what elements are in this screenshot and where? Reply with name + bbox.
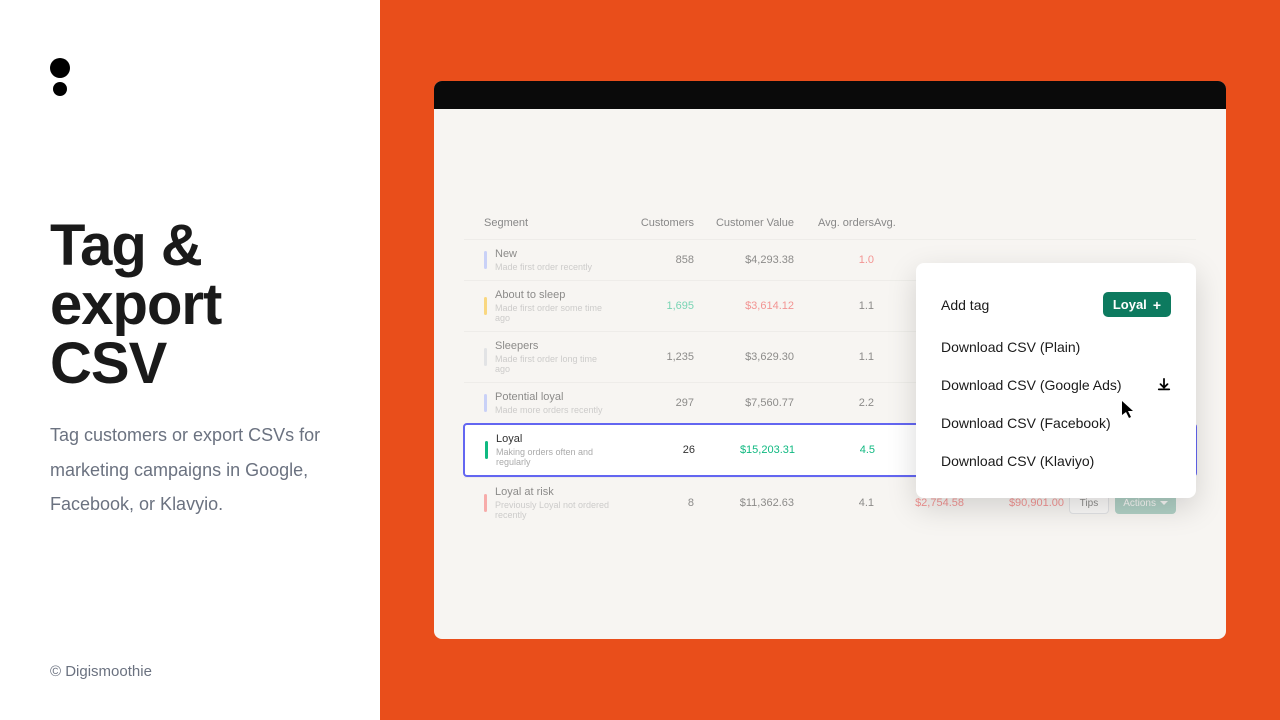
cell-orders: 1.0 <box>794 254 874 266</box>
cell-customers: 858 <box>614 254 694 266</box>
col-header-customers: Customers <box>614 217 694 229</box>
segment-desc: Making orders often and regularly <box>496 447 615 467</box>
dropdown-item-download[interactable]: Download CSV (Klaviyo) <box>916 442 1196 480</box>
segment-color-bar <box>484 297 487 315</box>
segment-info: New Made first order recently <box>495 248 614 272</box>
dropdown-item-label: Download CSV (Plain) <box>941 339 1080 355</box>
app-titlebar <box>434 81 1226 109</box>
logo <box>50 58 330 96</box>
plus-icon: + <box>1153 298 1161 312</box>
dropdown-item-download[interactable]: Download CSV (Facebook) <box>916 404 1196 442</box>
right-panel: Segment Customers Customer Value Avg. or… <box>380 0 1280 720</box>
col-header-orders: Avg. orders <box>794 217 874 229</box>
cell-customers: 1,695 <box>614 300 694 312</box>
dropdown-item-add-tag[interactable]: Add tag Loyal + <box>916 281 1196 328</box>
dropdown-item-label: Download CSV (Klaviyo) <box>941 453 1094 469</box>
chevron-down-icon <box>1160 501 1168 505</box>
segment-info: About to sleep Made first order some tim… <box>495 289 614 323</box>
segment-name: About to sleep <box>495 289 614 301</box>
cell-value: $15,203.31 <box>695 444 795 456</box>
logo-dot-top <box>50 58 70 78</box>
cell-customers: 297 <box>614 397 694 409</box>
cell-value: $7,560.77 <box>694 397 794 409</box>
cell-customers: 8 <box>614 497 694 509</box>
segment-color-bar <box>485 441 488 459</box>
add-tag-label: Add tag <box>941 297 989 313</box>
cell-customers: 1,235 <box>614 351 694 363</box>
segment-color-bar <box>484 394 487 412</box>
copyright: © Digismoothie <box>50 663 152 680</box>
page-title: Tag & export CSV <box>50 216 330 393</box>
dropdown-item-download[interactable]: Download CSV (Google Ads) <box>916 366 1196 404</box>
segment-info: Sleepers Made first order long time ago <box>495 340 614 374</box>
cell-total: $90,901.00 <box>964 497 1064 509</box>
col-header-segment: Segment <box>484 217 614 229</box>
segment-name: New <box>495 248 614 260</box>
cell-aov: $2,754.58 <box>874 497 964 509</box>
left-promo-panel: Tag & export CSV Tag customers or export… <box>0 0 380 720</box>
app-screenshot-frame: Segment Customers Customer Value Avg. or… <box>434 81 1226 639</box>
segment-color-bar <box>484 251 487 269</box>
tag-pill[interactable]: Loyal + <box>1103 292 1171 317</box>
download-icon <box>1157 378 1171 392</box>
segment-desc: Made first order long time ago <box>495 354 614 374</box>
cell-orders: 1.1 <box>794 351 874 363</box>
cell-value: $3,614.12 <box>694 300 794 312</box>
segment-info: Potential loyal Made more orders recentl… <box>495 391 614 415</box>
col-header-value: Customer Value <box>694 217 794 229</box>
dropdown-item-label: Download CSV (Google Ads) <box>941 377 1122 393</box>
cell-orders: 4.1 <box>794 497 874 509</box>
segment-desc: Made first order recently <box>495 262 614 272</box>
segment-color-bar <box>484 494 487 512</box>
cursor-icon <box>1122 401 1136 419</box>
logo-dot-bottom <box>53 82 67 96</box>
cell-value: $11,362.63 <box>694 497 794 509</box>
segment-info: Loyal Making orders often and regularly <box>496 433 615 467</box>
cell-orders: 1.1 <box>794 300 874 312</box>
dropdown-item-label: Download CSV (Facebook) <box>941 415 1111 431</box>
segment-desc: Made first order some time ago <box>495 303 614 323</box>
cell-value: $3,629.30 <box>694 351 794 363</box>
cell-orders: 2.2 <box>794 397 874 409</box>
cell-value: $4,293.38 <box>694 254 794 266</box>
segment-name: Loyal <box>496 433 615 445</box>
segment-info: Loyal at risk Previously Loyal not order… <box>495 486 614 520</box>
actions-dropdown: Add tag Loyal + Download CSV (Plain) Down… <box>916 263 1196 498</box>
segment-desc: Previously Loyal not ordered recently <box>495 500 614 520</box>
segment-name: Loyal at risk <box>495 486 614 498</box>
segment-name: Potential loyal <box>495 391 614 403</box>
cell-customers: 26 <box>615 444 695 456</box>
dropdown-item-download[interactable]: Download CSV (Plain) <box>916 328 1196 366</box>
segment-desc: Made more orders recently <box>495 405 614 415</box>
tag-pill-label: Loyal <box>1113 297 1147 312</box>
page-subtitle: Tag customers or export CSVs for marketi… <box>50 418 330 521</box>
table-header-row: Segment Customers Customer Value Avg. or… <box>464 207 1196 239</box>
segment-color-bar <box>484 348 487 366</box>
cell-orders: 4.5 <box>795 444 875 456</box>
segment-name: Sleepers <box>495 340 614 352</box>
col-header-aov: Avg. <box>874 217 914 229</box>
